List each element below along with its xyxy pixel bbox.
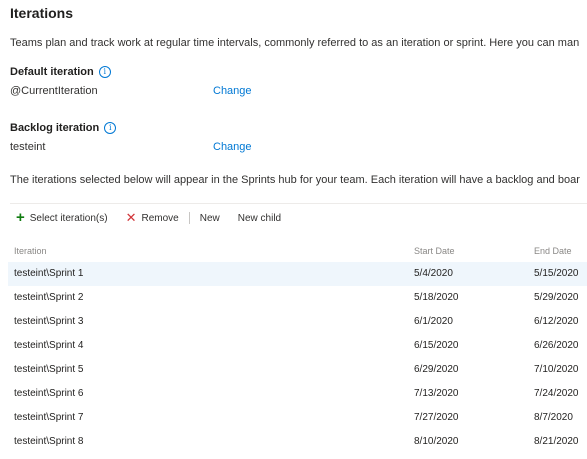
end-date: 5/29/2020 (534, 292, 579, 303)
end-date: 5/15/2020 (534, 268, 579, 279)
start-date: 5/18/2020 (414, 292, 459, 303)
remove-label: Remove (141, 212, 179, 224)
iteration-path: testeint\Sprint 6 (14, 388, 84, 399)
table-row[interactable]: testeint\Sprint 4 6/15/2020 6/26/2020 (8, 334, 587, 358)
column-header-iteration[interactable]: Iteration (14, 246, 47, 256)
end-date: 7/24/2020 (534, 388, 579, 399)
page-description: Teams plan and track work at regular tim… (10, 37, 580, 49)
start-date: 7/27/2020 (414, 412, 459, 423)
column-header-end-date[interactable]: End Date (534, 246, 572, 256)
default-iteration-label: Default iteration i (10, 66, 111, 78)
new-button[interactable]: New (194, 213, 226, 224)
iteration-path: testeint\Sprint 1 (14, 268, 84, 279)
start-date: 8/10/2020 (414, 436, 459, 447)
select-iterations-label: Select iteration(s) (29, 212, 108, 224)
new-child-button[interactable]: New child (232, 213, 287, 224)
toolbar-separator (188, 212, 190, 224)
new-label: New (199, 212, 220, 224)
backlog-iteration-label-text: Backlog iteration (10, 122, 100, 134)
change-default-iteration-link[interactable]: Change (213, 85, 252, 97)
table-row[interactable]: testeint\Sprint 3 6/1/2020 6/12/2020 (8, 310, 587, 334)
end-date: 8/21/2020 (534, 436, 579, 447)
table-row[interactable]: testeint\Sprint 6 7/13/2020 7/24/2020 (8, 382, 587, 406)
default-iteration-value: @CurrentIteration (10, 85, 98, 97)
plus-icon: + (16, 209, 25, 226)
iteration-path: testeint\Sprint 3 (14, 316, 84, 327)
column-header-start-date[interactable]: Start Date (414, 246, 455, 256)
end-date: 6/26/2020 (534, 340, 579, 351)
info-icon[interactable]: i (98, 66, 111, 78)
iteration-path: testeint\Sprint 4 (14, 340, 84, 351)
start-date: 6/15/2020 (414, 340, 459, 351)
start-date: 6/1/2020 (414, 316, 453, 327)
info-icon[interactable]: i (104, 122, 117, 134)
close-icon: ✕ (125, 210, 137, 225)
toolbar-divider (10, 203, 587, 204)
grid-header: Iteration Start Date End Date (0, 246, 587, 260)
iteration-path: testeint\Sprint 2 (14, 292, 84, 303)
iterations-settings-page: Iterations Teams plan and track work at … (0, 0, 587, 459)
sprints-note: The iterations selected below will appea… (10, 174, 580, 186)
iteration-path: testeint\Sprint 8 (14, 436, 84, 447)
start-date: 5/4/2020 (414, 268, 453, 279)
new-child-label: New child (237, 212, 282, 224)
table-row[interactable]: testeint\Sprint 7 7/27/2020 8/7/2020 (8, 406, 587, 430)
backlog-iteration-value: testeint (10, 141, 46, 153)
table-row[interactable]: testeint\Sprint 5 6/29/2020 7/10/2020 (8, 358, 587, 382)
start-date: 6/29/2020 (414, 364, 459, 375)
change-backlog-iteration-link[interactable]: Change (213, 141, 252, 153)
iteration-path: testeint\Sprint 7 (14, 412, 84, 423)
iteration-path: testeint\Sprint 5 (14, 364, 84, 375)
remove-button[interactable]: ✕ Remove (120, 210, 185, 225)
end-date: 7/10/2020 (534, 364, 579, 375)
default-iteration-label-text: Default iteration (10, 66, 94, 78)
end-date: 8/7/2020 (534, 412, 573, 423)
iterations-toolbar: + Select iteration(s) ✕ Remove New New c… (10, 207, 287, 229)
end-date: 6/12/2020 (534, 316, 579, 327)
backlog-iteration-label: Backlog iteration i (10, 122, 117, 134)
table-row[interactable]: testeint\Sprint 8 8/10/2020 8/21/2020 (8, 430, 587, 454)
select-iterations-button[interactable]: + Select iteration(s) (10, 209, 114, 226)
page-title: Iterations (10, 5, 74, 21)
start-date: 7/13/2020 (414, 388, 459, 399)
table-row[interactable]: testeint\Sprint 2 5/18/2020 5/29/2020 (8, 286, 587, 310)
table-row[interactable]: testeint\Sprint 1 5/4/2020 5/15/2020 (8, 262, 587, 286)
